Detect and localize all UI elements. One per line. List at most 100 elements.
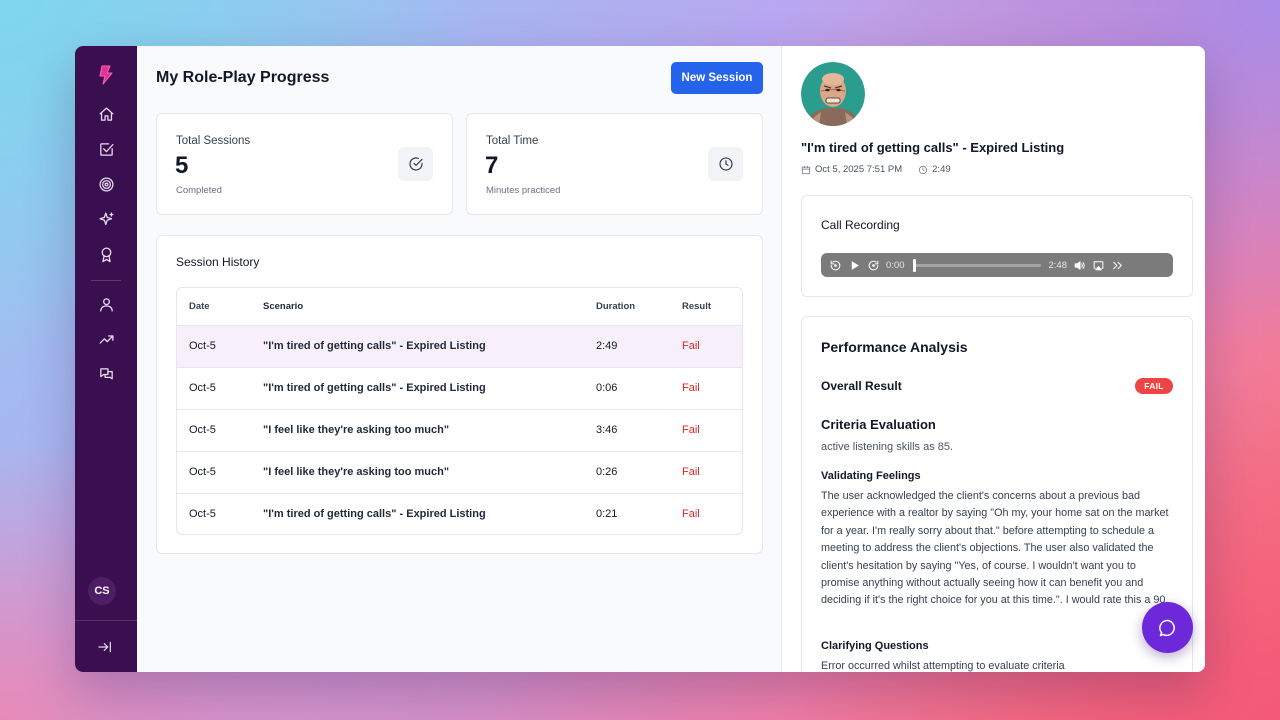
- sidebar: CS: [75, 46, 137, 672]
- stat-icon-box: [398, 147, 433, 181]
- table-row[interactable]: Oct-5 "I'm tired of getting calls" - Exp…: [177, 325, 742, 368]
- nav-ai[interactable]: [88, 202, 124, 237]
- expand-right-icon: [98, 641, 111, 653]
- session-table: Date Scenario Duration Result Oct-5 "I'm…: [177, 288, 742, 534]
- cell-scenario: "I feel like they're asking too much": [263, 451, 596, 494]
- nav-achievements[interactable]: [88, 237, 124, 272]
- volume-icon[interactable]: [1073, 259, 1086, 272]
- session-date: Oct 5, 2025 7:51 PM: [815, 164, 903, 175]
- cell-scenario: "I'm tired of getting calls" - Expired L…: [263, 367, 596, 410]
- table-row[interactable]: Oct-5 "I'm tired of getting calls" - Exp…: [177, 493, 742, 534]
- column-header[interactable]: Duration: [596, 288, 682, 326]
- cell-result: Fail: [682, 508, 700, 521]
- home-icon: [98, 107, 114, 121]
- cell-result: Fail: [682, 451, 742, 494]
- nav-tasks[interactable]: [88, 132, 124, 167]
- stat-sub: Minutes practiced: [486, 185, 561, 196]
- call-recording-title: Call Recording: [821, 218, 900, 232]
- nav-divider: [91, 280, 121, 281]
- cell-duration: 0:26: [596, 451, 682, 494]
- play-icon[interactable]: [848, 259, 861, 272]
- column-header[interactable]: Scenario: [263, 288, 596, 326]
- logo-icon[interactable]: [94, 63, 118, 87]
- persona-portrait-image: [801, 62, 865, 126]
- stat-value: 7: [485, 152, 499, 179]
- skip-forward-icon[interactable]: [867, 259, 880, 272]
- nav-primary: [88, 97, 124, 392]
- criteria-title: Criteria Evaluation: [821, 417, 936, 432]
- nav-goals[interactable]: [88, 167, 124, 202]
- column-header[interactable]: Result: [682, 288, 742, 326]
- new-session-button[interactable]: New Session: [671, 62, 763, 94]
- column-header[interactable]: Date: [177, 288, 263, 326]
- messages-icon: [99, 368, 113, 380]
- checkbox-icon: [99, 143, 114, 156]
- award-icon: [101, 247, 111, 263]
- session-duration: 2:49: [932, 164, 951, 175]
- chat-button[interactable]: [1142, 602, 1193, 653]
- stat-label: Total Time: [486, 135, 539, 147]
- sparkles-icon: [98, 212, 114, 226]
- playback-speed-icon[interactable]: [1111, 259, 1124, 272]
- performance-analysis-card: Performance Analysis Overall Result FAIL…: [801, 316, 1193, 672]
- persona-avatar: [801, 62, 865, 126]
- stat-card-sessions: Total Sessions 5 Completed: [156, 113, 453, 215]
- skip-back-icon[interactable]: [829, 259, 842, 272]
- cell-scenario: "I'm tired of getting calls" - Expired L…: [263, 508, 486, 521]
- overall-result-label: Overall Result: [821, 379, 902, 393]
- calendar-icon: [801, 165, 811, 174]
- user-avatar[interactable]: CS: [88, 577, 116, 605]
- nav-messages[interactable]: [88, 357, 124, 392]
- table-row[interactable]: Oct-5 "I feel like they're asking too mu…: [177, 409, 742, 452]
- session-history-card: Session History Date Scenario Duration R…: [156, 235, 763, 554]
- clarifying-questions-title: Clarifying Questions: [821, 640, 929, 652]
- cell-date: Oct-5: [189, 508, 216, 521]
- nav-profile[interactable]: [88, 287, 124, 322]
- nav-home[interactable]: [88, 97, 124, 132]
- session-history-title: Session History: [176, 255, 260, 269]
- clarifying-questions-text: Error occurred whilst attempting to eval…: [821, 660, 1065, 672]
- nav-progress[interactable]: [88, 322, 124, 357]
- cell-date: Oct-5: [177, 451, 263, 494]
- validating-feelings-title: Validating Feelings: [821, 470, 921, 482]
- sidebar-collapse-button[interactable]: [94, 636, 116, 658]
- cell-result: Fail: [682, 409, 742, 452]
- cell-result: Fail: [682, 367, 742, 410]
- session-table-wrapper: Date Scenario Duration Result Oct-5 "I'm…: [176, 287, 743, 535]
- table-row[interactable]: Oct-5 "I feel like they're asking too mu…: [177, 451, 742, 494]
- total-time: 2:48: [1048, 259, 1068, 271]
- call-recording-card: Call Recording 0:00 2:48: [801, 195, 1193, 297]
- status-badge: FAIL: [1135, 378, 1173, 394]
- clock-icon: [919, 165, 928, 174]
- stat-card-time: Total Time 7 Minutes practiced: [466, 113, 763, 215]
- cell-duration: 3:46: [596, 409, 682, 452]
- seek-thumb[interactable]: [912, 258, 916, 272]
- session-detail-panel: "I'm tired of getting calls" - Expired L…: [782, 46, 1205, 672]
- cell-date: Oct-5: [177, 409, 263, 452]
- stat-value: 5: [175, 152, 189, 179]
- airplay-icon[interactable]: [1092, 259, 1105, 272]
- session-meta: Oct 5, 2025 7:51 PM 2:49: [801, 164, 951, 175]
- stat-label: Total Sessions: [176, 135, 251, 147]
- app-window: CS My Role-Play Progress New Session Tot…: [75, 46, 1205, 672]
- cell-result: Fail: [682, 325, 742, 368]
- audio-player: 0:00 2:48: [821, 253, 1173, 277]
- audio-seek-bar[interactable]: [912, 258, 1041, 272]
- cell-date: Oct-5: [177, 367, 263, 410]
- target-icon: [98, 177, 114, 192]
- table-row[interactable]: Oct-5 "I'm tired of getting calls" - Exp…: [177, 367, 742, 410]
- trending-up-icon: [98, 335, 114, 344]
- chat-bubble-icon: [1158, 619, 1175, 636]
- page-title: My Role-Play Progress: [156, 69, 330, 86]
- cell-duration: 0:06: [596, 367, 682, 410]
- check-circle-icon: [408, 157, 423, 171]
- stat-sub: Completed: [176, 185, 222, 196]
- cell-duration: 0:21: [596, 508, 618, 521]
- cell-scenario: "I'm tired of getting calls" - Expired L…: [263, 325, 596, 368]
- criteria-text: active listening skills as 85.: [821, 441, 954, 453]
- main-content: My Role-Play Progress New Session Total …: [137, 46, 782, 672]
- user-icon: [99, 298, 113, 312]
- validating-feelings-text: The user acknowledged the client's conce…: [821, 490, 1169, 607]
- sidebar-divider: [75, 620, 137, 621]
- session-title: "I'm tired of getting calls" - Expired L…: [801, 140, 1065, 155]
